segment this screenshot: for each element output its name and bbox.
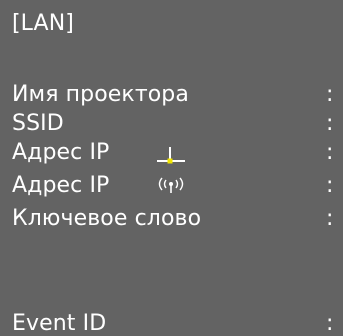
lan-title: [LAN] (12, 11, 74, 36)
event-id-colon: : (326, 311, 334, 336)
projector-name-colon: : (326, 82, 334, 107)
wireless-lan-icon (158, 177, 184, 193)
keyword-label: Ключевое слово (12, 206, 202, 231)
projector-name-label: Имя проектора (12, 82, 189, 107)
ssid-label: SSID (12, 111, 64, 136)
lan-info-screen: [LAN] Имя проектора : SSID : Адрес IP : … (0, 0, 343, 336)
wired-ip-address-colon: : (326, 140, 334, 165)
event-id-label: Event ID (12, 311, 107, 336)
wired-lan-icon (157, 147, 185, 164)
keyword-colon: : (326, 206, 334, 231)
ssid-colon: : (326, 111, 334, 136)
wireless-ip-address-label: Адрес IP (12, 173, 110, 198)
wireless-ip-address-colon: : (326, 173, 334, 198)
wired-ip-address-label: Адрес IP (12, 140, 110, 165)
